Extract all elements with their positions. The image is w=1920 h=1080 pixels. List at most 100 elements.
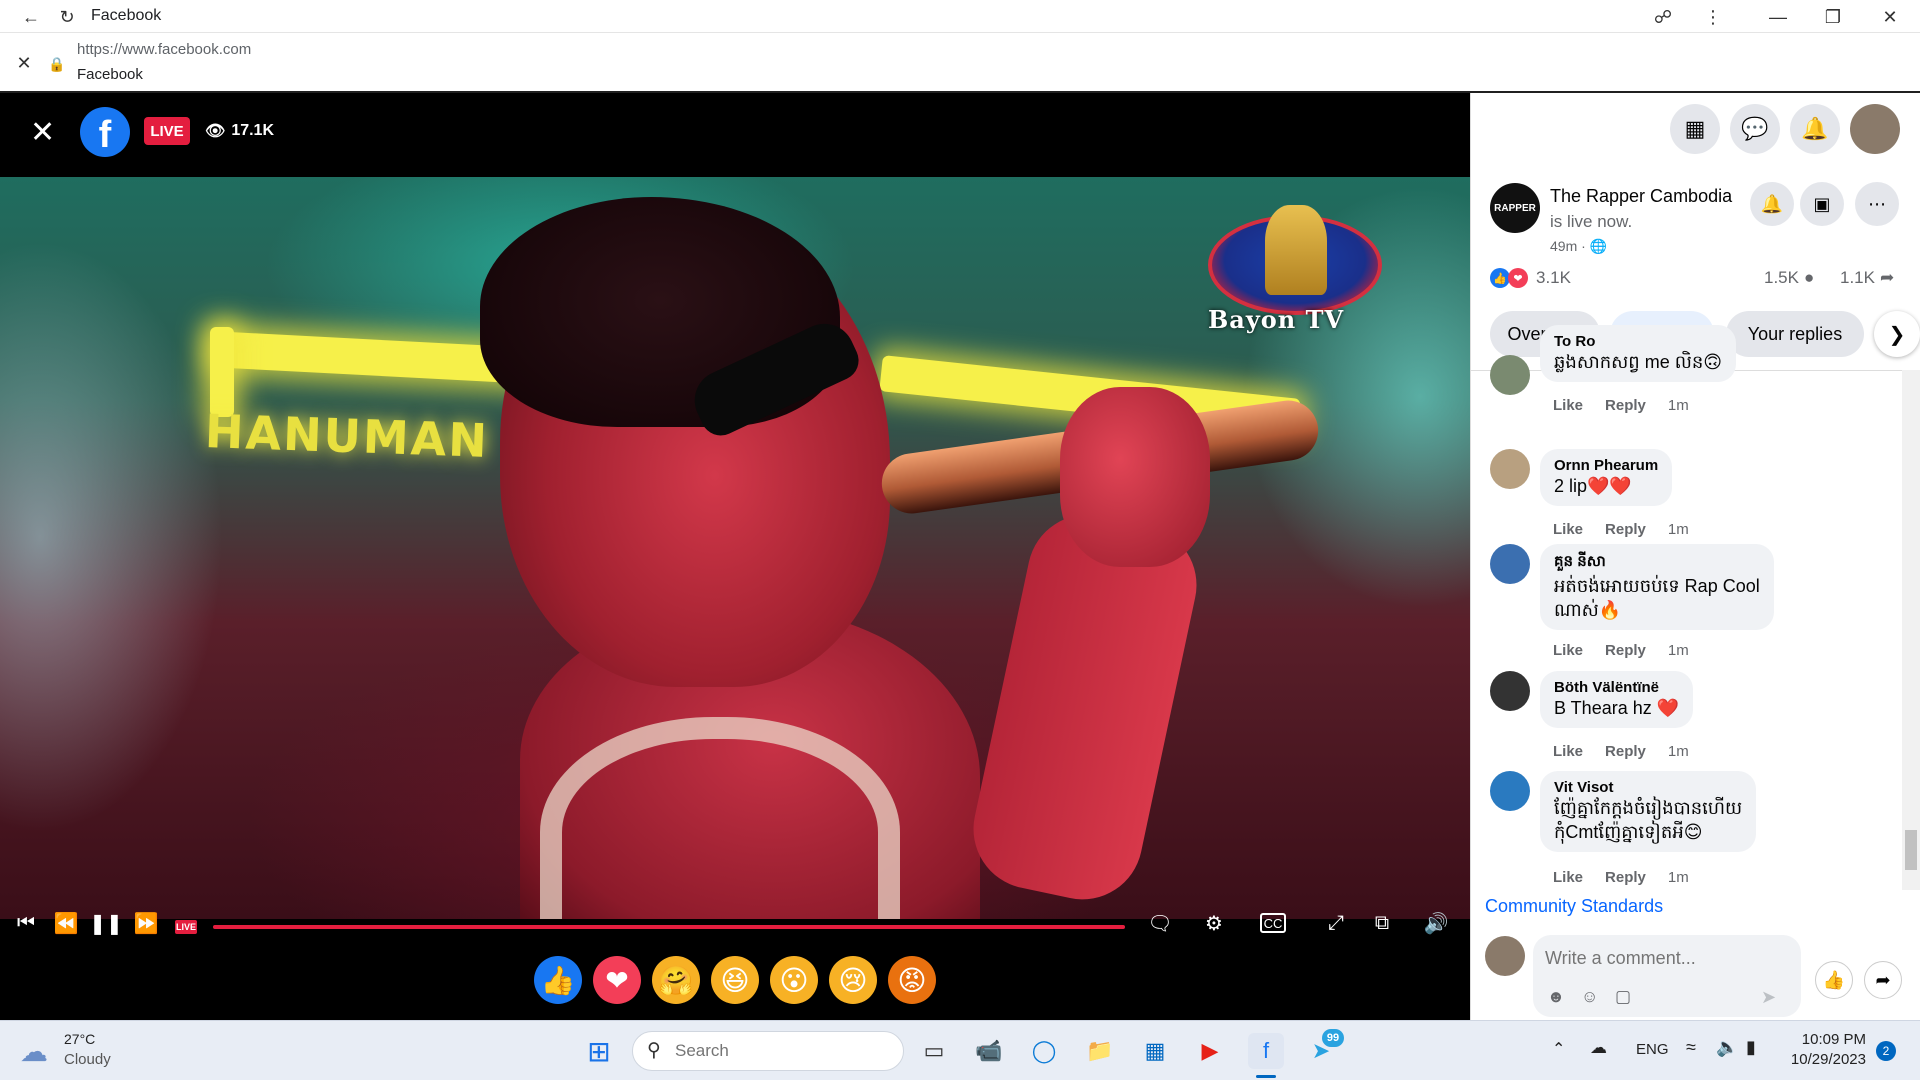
like-reaction-icon[interactable]: 👍	[534, 956, 582, 1004]
close-video-icon[interactable]: ✕	[30, 115, 55, 150]
edge-browser-icon[interactable]: ◯	[1026, 1033, 1062, 1069]
follow-bell-icon[interactable]: 🔔	[1750, 182, 1794, 226]
like-thumb-icon[interactable]: 👍	[1815, 961, 1853, 999]
language-indicator[interactable]: ENG	[1636, 1041, 1669, 1058]
pause-icon[interactable]: ❚❚	[89, 911, 123, 935]
share-summary[interactable]: 1.1K ➦	[1840, 268, 1894, 288]
teams-chat-icon[interactable]: 📹	[971, 1033, 1007, 1069]
extensions-icon[interactable]: ☍	[1650, 4, 1676, 30]
speaker-icon[interactable]: 🔈	[1716, 1037, 1738, 1058]
progress-bar[interactable]	[213, 925, 1125, 929]
profile-avatar[interactable]	[1850, 104, 1900, 154]
send-icon[interactable]: ➤	[1761, 987, 1776, 1008]
care-reaction-icon[interactable]: 🤗	[652, 956, 700, 1004]
comment-like-link[interactable]: Like	[1553, 869, 1583, 886]
cloud-weather-icon[interactable]: ☁	[20, 1035, 48, 1068]
page-avatar[interactable]: RAPPER	[1490, 183, 1540, 233]
fast-forward-icon[interactable]: ⏩	[132, 911, 160, 935]
comment-avatar[interactable]	[1490, 544, 1530, 584]
comment-like-link[interactable]: Like	[1553, 743, 1583, 760]
comment-like-link[interactable]: Like	[1553, 642, 1583, 659]
menu-grid-icon[interactable]: ▦	[1670, 104, 1720, 154]
clock-date[interactable]: 10/29/2023	[1786, 1051, 1866, 1068]
microsoft-store-icon[interactable]: ▦	[1137, 1033, 1173, 1069]
haha-reaction-icon[interactable]: 😆	[711, 956, 759, 1004]
youtube-icon[interactable]: ▶	[1192, 1033, 1228, 1069]
comment-reply-link[interactable]: Reply	[1605, 869, 1646, 886]
comment-reply-link[interactable]: Reply	[1605, 521, 1646, 538]
comment-author[interactable]: Böth Välëntïnë	[1554, 679, 1679, 696]
notifications-bell-icon[interactable]: 🔔	[1790, 104, 1840, 154]
refresh-icon[interactable]: ↻	[54, 4, 80, 30]
more-actions-icon[interactable]: ⋯	[1855, 182, 1899, 226]
emoji-icon[interactable]: ☺	[1581, 987, 1598, 1007]
url-text[interactable]: https://www.facebook.com	[77, 41, 251, 58]
comment-author[interactable]: To Ro	[1554, 333, 1722, 350]
chat-scrollbar[interactable]	[1902, 370, 1920, 890]
restore-icon[interactable]: ❐	[1820, 4, 1846, 30]
comment-avatar[interactable]	[1490, 771, 1530, 811]
singer-arm	[962, 503, 1208, 911]
taskbar-search-input[interactable]	[675, 1040, 825, 1062]
commenter-avatar[interactable]	[1485, 936, 1525, 976]
comment-like-link[interactable]: Like	[1553, 397, 1583, 414]
taskbar-search[interactable]: ⚲	[632, 1031, 904, 1071]
close-window-icon[interactable]: ✕	[1877, 4, 1903, 30]
skip-to-start-icon[interactable]: ⏮	[12, 911, 40, 935]
wow-reaction-icon[interactable]: 😮	[770, 956, 818, 1004]
weather-status[interactable]: Cloudy	[64, 1051, 111, 1068]
live-indicator[interactable]: LIVE	[175, 920, 197, 934]
comment-avatar[interactable]	[1490, 355, 1530, 395]
comment-avatar[interactable]	[1490, 671, 1530, 711]
show-hidden-icons-chevron[interactable]: ⌃	[1552, 1039, 1565, 1059]
page-name[interactable]: The Rapper Cambodia	[1550, 186, 1732, 207]
tabs-next-chevron-icon[interactable]: ❯	[1874, 311, 1920, 357]
comment-author[interactable]: Ornn Phearum	[1554, 457, 1658, 474]
clock-time[interactable]: 10:09 PM	[1786, 1031, 1866, 1048]
comment-reply-link[interactable]: Reply	[1605, 743, 1646, 760]
reaction-summary[interactable]: 👍 ❤ 3.1K	[1490, 268, 1571, 288]
rewind-icon[interactable]: ⏪	[52, 911, 80, 935]
comment-reply-link[interactable]: Reply	[1605, 397, 1646, 414]
windows-start-icon[interactable]: ⊞	[581, 1033, 617, 1069]
network-offline-icon[interactable]: ☁	[1590, 1038, 1607, 1058]
comment-like-link[interactable]: Like	[1553, 521, 1583, 538]
minimize-icon[interactable]: —	[1765, 4, 1791, 30]
captions-icon[interactable]: CC	[1260, 913, 1286, 933]
fullscreen-icon[interactable]: ⤢	[1322, 911, 1350, 935]
wifi-icon[interactable]: ≈	[1686, 1037, 1696, 1058]
close-tab-icon[interactable]: ✕	[11, 50, 37, 76]
comment-time: 1m	[1667, 642, 1689, 659]
save-video-icon[interactable]: ▣	[1800, 182, 1844, 226]
picture-in-picture-icon[interactable]: ⧉	[1368, 911, 1396, 935]
settings-gear-icon[interactable]: ⚙	[1200, 911, 1228, 935]
angry-reaction-icon[interactable]: 😡	[888, 956, 936, 1004]
comment-avatar[interactable]	[1490, 449, 1530, 489]
volume-icon[interactable]: 🔊	[1422, 911, 1450, 935]
notification-badge[interactable]: 2	[1876, 1041, 1896, 1061]
more-options-icon[interactable]: ⋮	[1700, 4, 1726, 30]
comment-input[interactable]	[1545, 945, 1785, 971]
tab-your-replies[interactable]: Your replies	[1726, 311, 1864, 357]
love-reaction-icon[interactable]: ❤	[593, 956, 641, 1004]
video-stream[interactable]: HANUMAN Bayon TV	[0, 177, 1470, 919]
scrollbar-thumb[interactable]	[1905, 830, 1917, 870]
file-explorer-icon[interactable]: 📁	[1082, 1033, 1118, 1069]
comment-author[interactable]: គួន នីសា	[1554, 552, 1760, 574]
sticker-icon[interactable]: ▢	[1615, 987, 1631, 1007]
battery-icon[interactable]: ▮	[1746, 1037, 1756, 1058]
back-arrow-icon[interactable]: ←	[18, 4, 44, 30]
messenger-icon[interactable]: 💬	[1730, 104, 1780, 154]
task-view-icon[interactable]: ▭	[916, 1033, 952, 1069]
facebook-logo-icon[interactable]: f	[80, 107, 130, 157]
live-chat-toggle-icon[interactable]: 🗨	[1146, 911, 1174, 935]
comment-reply-link[interactable]: Reply	[1605, 642, 1646, 659]
comment-author[interactable]: Vit Visot	[1554, 779, 1742, 796]
temperature[interactable]: 27°C	[64, 1031, 95, 1047]
comment-summary[interactable]: 1.5K ●	[1764, 268, 1814, 288]
community-standards-link[interactable]: Community Standards	[1485, 896, 1663, 917]
avatar-sticker-icon[interactable]: ☻	[1547, 987, 1565, 1007]
share-icon[interactable]: ➦	[1864, 961, 1902, 999]
facebook-taskbar-icon[interactable]: f	[1248, 1033, 1284, 1069]
sad-reaction-icon[interactable]: 😢	[829, 956, 877, 1004]
